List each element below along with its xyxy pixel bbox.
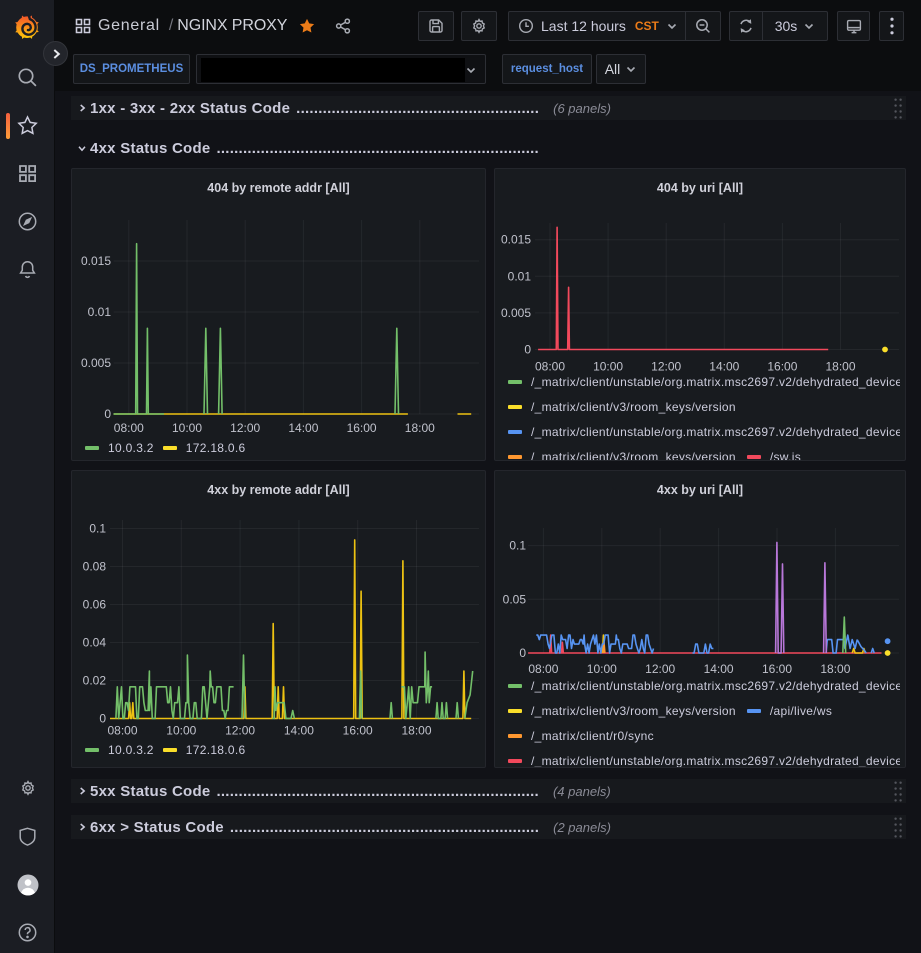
svg-text:0.04: 0.04 <box>83 636 107 650</box>
svg-text:14:00: 14:00 <box>284 724 314 738</box>
svg-text:16:00: 16:00 <box>343 724 373 738</box>
svg-text:0.06: 0.06 <box>83 598 107 612</box>
svg-text:12:00: 12:00 <box>225 724 255 738</box>
svg-text:18:00: 18:00 <box>405 421 435 435</box>
svg-text:0: 0 <box>99 712 106 726</box>
svg-text:16:00: 16:00 <box>347 421 377 435</box>
svg-text:0: 0 <box>519 646 526 660</box>
svg-text:0.005: 0.005 <box>501 306 531 320</box>
svg-text:0.015: 0.015 <box>501 233 531 247</box>
svg-text:14:00: 14:00 <box>288 421 318 435</box>
svg-text:10:00: 10:00 <box>172 421 202 435</box>
svg-text:0: 0 <box>104 407 111 421</box>
svg-text:0.1: 0.1 <box>89 522 106 536</box>
svg-text:18:00: 18:00 <box>401 724 431 738</box>
svg-text:0.05: 0.05 <box>503 592 527 606</box>
svg-text:0.015: 0.015 <box>81 254 111 268</box>
svg-text:08:00: 08:00 <box>114 421 144 435</box>
svg-text:0.005: 0.005 <box>81 356 111 370</box>
svg-text:0.01: 0.01 <box>508 269 532 283</box>
svg-text:0.08: 0.08 <box>83 560 107 574</box>
svg-text:12:00: 12:00 <box>230 421 260 435</box>
svg-text:0.02: 0.02 <box>83 674 107 688</box>
svg-text:0: 0 <box>524 343 531 357</box>
svg-text:10:00: 10:00 <box>166 724 196 738</box>
svg-text:0.1: 0.1 <box>509 539 526 553</box>
svg-text:0.01: 0.01 <box>88 305 112 319</box>
svg-text:08:00: 08:00 <box>107 724 137 738</box>
